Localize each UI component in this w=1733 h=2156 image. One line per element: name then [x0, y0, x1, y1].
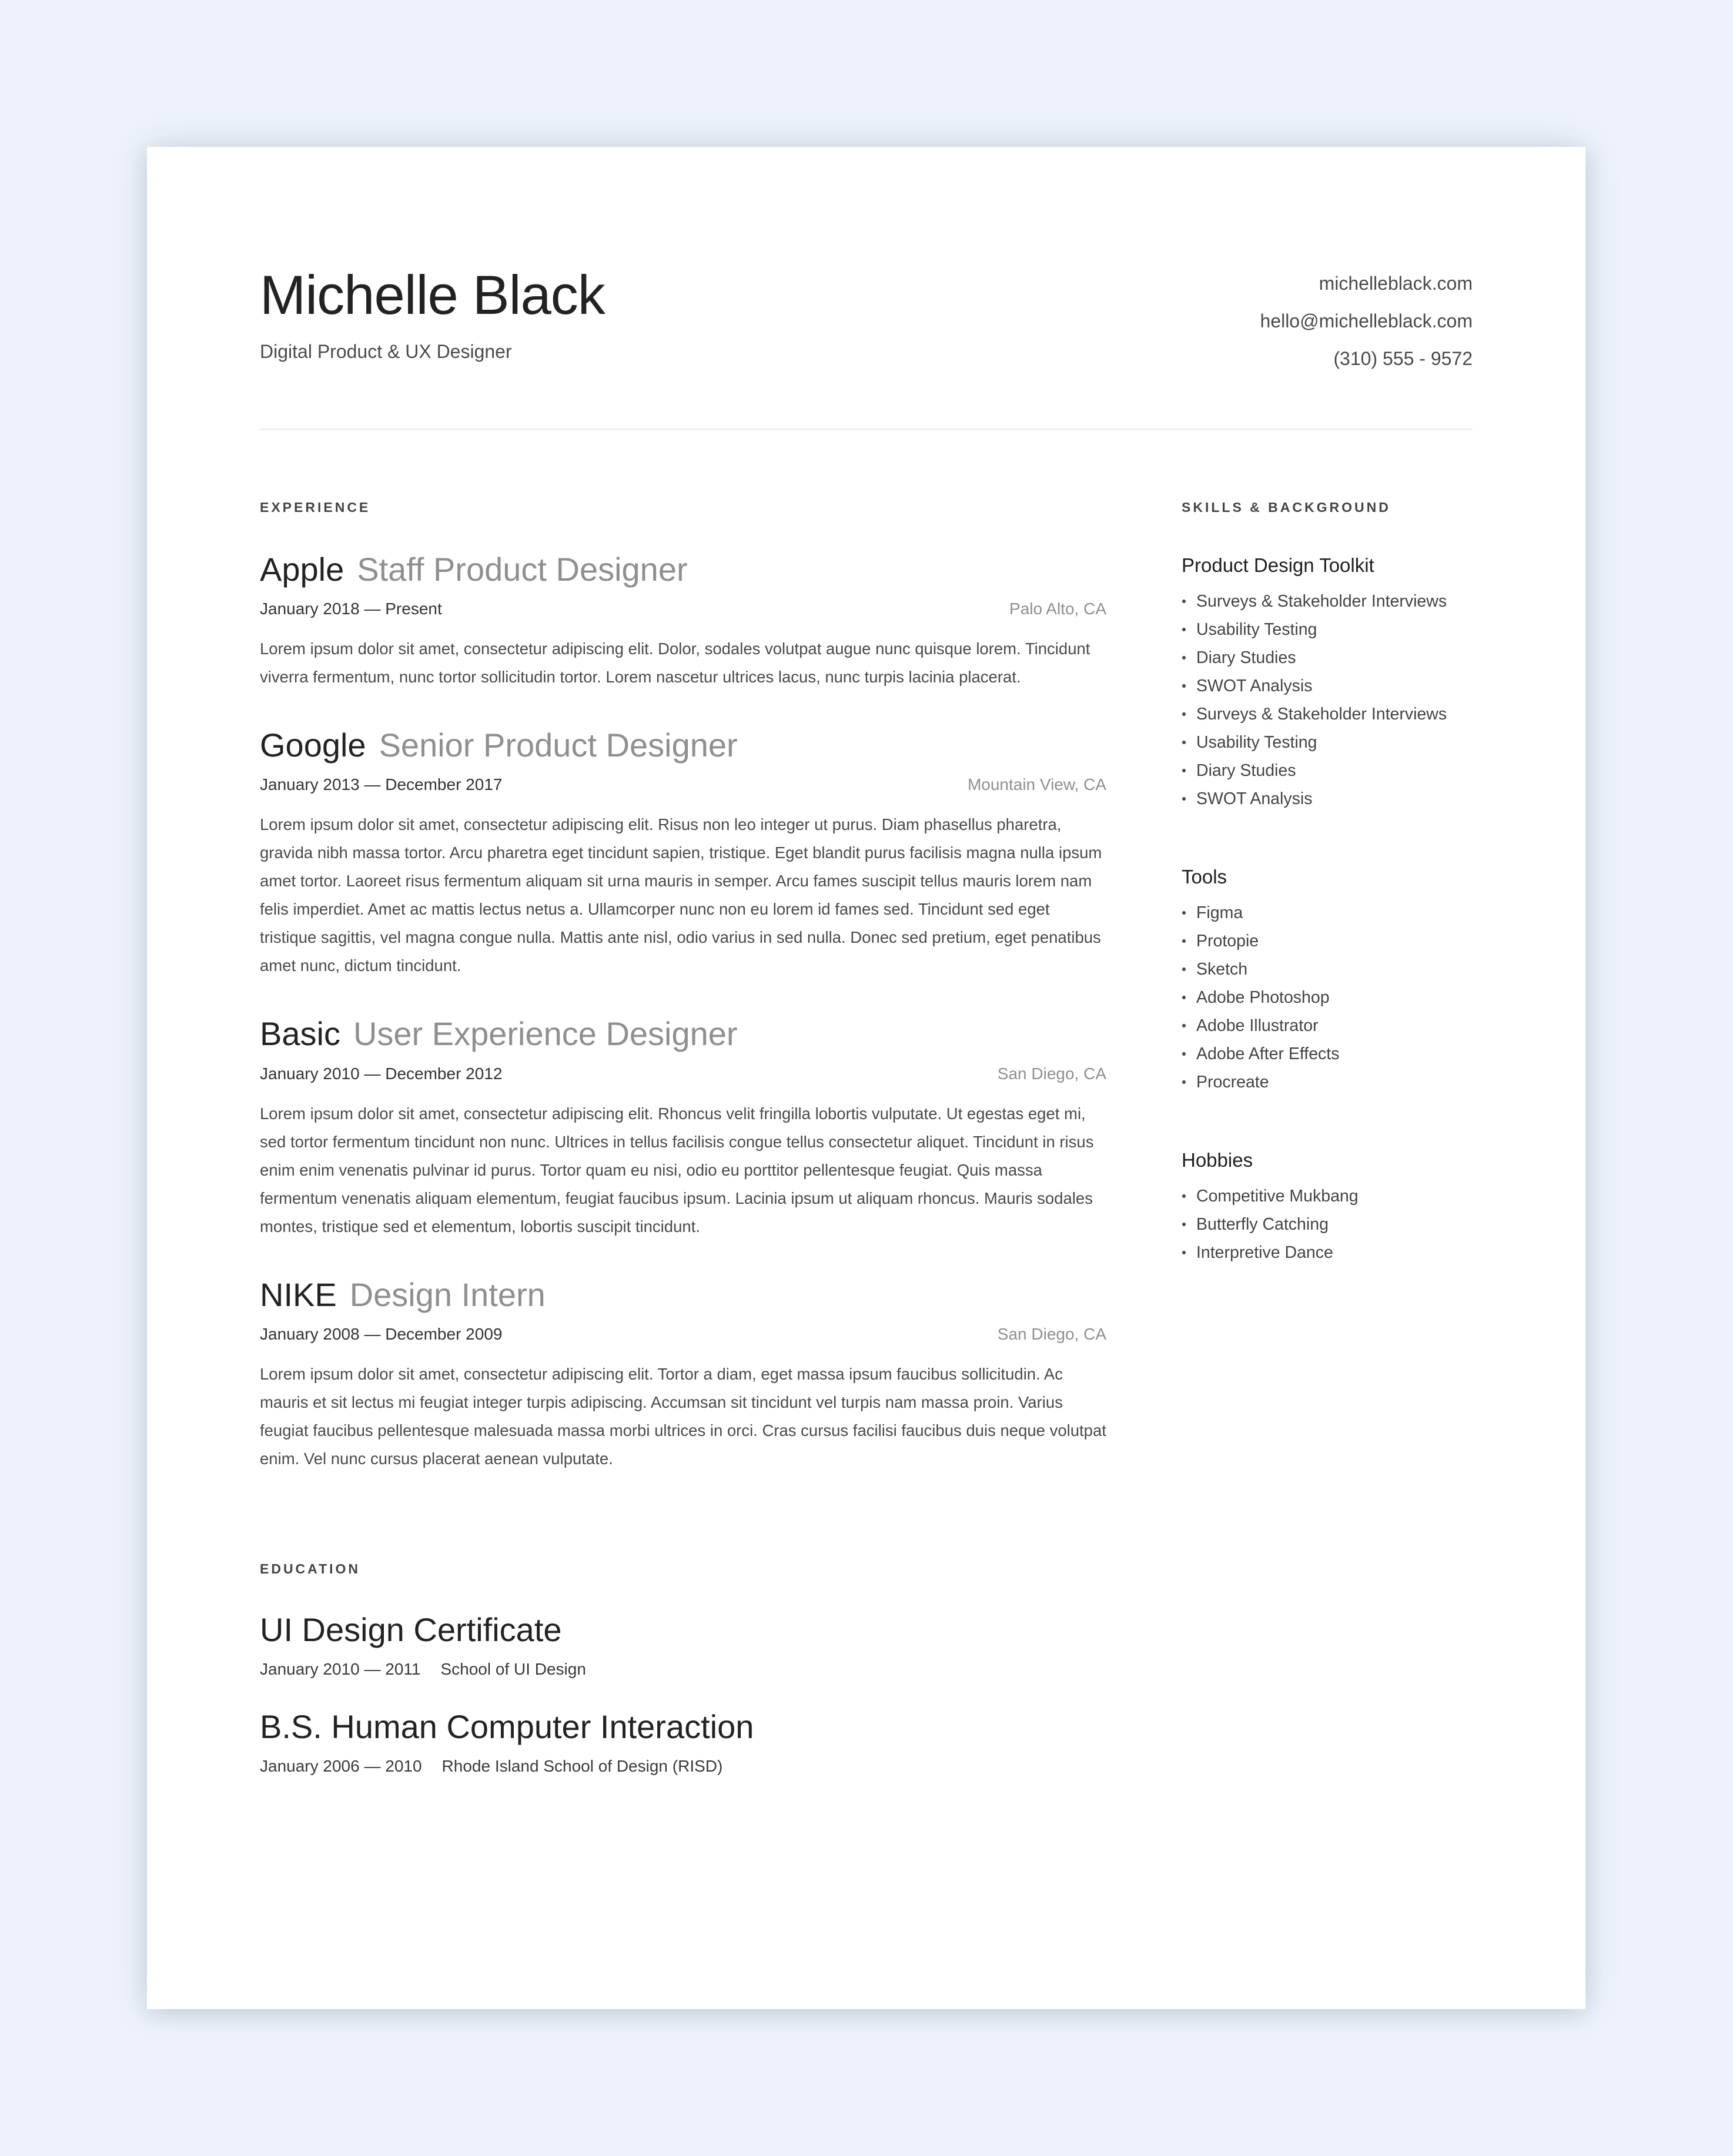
skill-item: Surveys & Stakeholder Interviews — [1182, 587, 1476, 615]
resume-content: Michelle Black Digital Product & UX Desi… — [260, 147, 1473, 2009]
experience-heading: Experience — [260, 500, 371, 515]
experience-section: Experience Apple Staff Product Designer J… — [260, 500, 1106, 1473]
degree-title: B.S. Human Computer Interaction — [260, 1708, 754, 1745]
skill-item: SWOT Analysis — [1182, 785, 1476, 813]
job-meta: January 2013 — December 2017 Mountain Vi… — [260, 775, 1106, 794]
skill-item: Diary Studies — [1182, 756, 1476, 785]
skill-group-heading: Tools — [1182, 866, 1227, 888]
skill-group-hobbies: Hobbies Competitive Mukbang Butterfly Ca… — [1182, 1149, 1476, 1267]
skill-group-toolkit: Product Design Toolkit Surveys & Stakeho… — [1182, 554, 1476, 813]
skills-heading: Skills & Background — [1182, 500, 1391, 515]
skill-group-tools: Tools Figma Protopie Sketch Adobe Photos… — [1182, 866, 1476, 1096]
skill-item: Protopie — [1182, 927, 1476, 955]
education-dates: January 2006 — 2010 — [260, 1757, 422, 1776]
skill-list: Figma Protopie Sketch Adobe Photoshop Ad… — [1182, 899, 1476, 1096]
job-role: Design Intern — [349, 1275, 546, 1313]
education-entry: B.S. Human Computer Interaction January … — [260, 1707, 1106, 1776]
main-column: Experience Apple Staff Product Designer J… — [260, 500, 1106, 1776]
resume-page: Michelle Black Digital Product & UX Desi… — [147, 147, 1585, 2009]
job-title: NIKE Design Intern — [260, 1275, 1106, 1314]
skill-item: Surveys & Stakeholder Interviews — [1182, 700, 1476, 728]
job-description: Lorem ipsum dolor sit amet, consectetur … — [260, 1104, 1094, 1236]
company-name: Google — [260, 727, 366, 764]
job-description: Lorem ipsum dolor sit amet, consectetur … — [260, 1364, 1106, 1468]
job-title: Google Senior Product Designer — [260, 725, 1106, 765]
skill-item: Adobe Photoshop — [1182, 983, 1476, 1012]
job-location: San Diego, CA — [997, 1324, 1106, 1343]
job-meta: January 2010 — December 2012 San Diego, … — [260, 1064, 1106, 1083]
candidate-name: Michelle Black — [260, 264, 605, 326]
job-role: Staff Product Designer — [357, 551, 688, 588]
job-location: Palo Alto, CA — [1009, 600, 1106, 618]
job-meta: January 2018 — Present Palo Alto, CA — [260, 600, 1106, 618]
job-role: User Experience Designer — [353, 1015, 738, 1053]
education-meta: January 2006 — 2010 Rhode Island School o… — [260, 1757, 1106, 1776]
job-location: San Diego, CA — [997, 1064, 1106, 1083]
candidate-title: Digital Product & UX Designer — [260, 341, 512, 362]
skill-item: Competitive Mukbang — [1182, 1182, 1476, 1210]
skill-group-heading: Hobbies — [1182, 1149, 1253, 1171]
company-name: NIKE — [260, 1275, 337, 1313]
job-entry: Apple Staff Product Designer January 2018… — [260, 550, 1106, 691]
skill-item: Butterfly Catching — [1182, 1210, 1476, 1238]
job-dates: January 2013 — December 2017 — [260, 775, 503, 794]
skill-item: Adobe Illustrator — [1182, 1012, 1476, 1040]
skill-list: Competitive Mukbang Butterfly Catching I… — [1182, 1182, 1476, 1267]
job-location: Mountain View, CA — [967, 775, 1106, 794]
school-name: Rhode Island School of Design (RISD) — [441, 1757, 723, 1776]
skill-item: Interpretive Dance — [1182, 1238, 1476, 1267]
job-entry: NIKE Design Intern January 2008 — Decembe… — [260, 1275, 1106, 1473]
header-divider — [260, 428, 1473, 430]
contact-info: michelleblack.com hello@michelleblack.co… — [1260, 265, 1473, 377]
skill-item: Diary Studies — [1182, 644, 1476, 672]
job-dates: January 2008 — December 2009 — [260, 1324, 503, 1343]
skill-item: Adobe After Effects — [1182, 1040, 1476, 1068]
job-dates: January 2018 — Present — [260, 600, 442, 618]
skill-item: Usability Testing — [1182, 728, 1476, 756]
phone-number[interactable]: (310) 555 - 9572 — [1260, 340, 1473, 377]
job-role: Senior Product Designer — [379, 727, 738, 764]
email-link[interactable]: hello@michelleblack.com — [1260, 302, 1473, 340]
job-description: Lorem ipsum dolor sit amet, consectetur … — [260, 815, 1102, 975]
job-dates: January 2010 — December 2012 — [260, 1064, 503, 1083]
education-dates: January 2010 — 2011 — [260, 1659, 421, 1678]
skill-list: Surveys & Stakeholder Interviews Usabili… — [1182, 587, 1476, 813]
company-name: Basic — [260, 1015, 340, 1053]
school-name: School of UI Design — [440, 1659, 586, 1678]
degree-title: UI Design Certificate — [260, 1611, 562, 1648]
education-entry: UI Design Certificate January 2010 — 201… — [260, 1610, 1106, 1679]
skill-group-heading: Product Design Toolkit — [1182, 554, 1374, 576]
skill-item: Procreate — [1182, 1068, 1476, 1096]
job-title: Apple Staff Product Designer — [260, 550, 1106, 589]
education-heading: Education — [260, 1561, 361, 1576]
company-name: Apple — [260, 551, 344, 588]
job-title: Basic User Experience Designer — [260, 1014, 1106, 1053]
skill-item: Sketch — [1182, 955, 1476, 983]
skills-column: Skills & Background Product Design Toolk… — [1182, 500, 1476, 1267]
website-link[interactable]: michelleblack.com — [1260, 265, 1473, 302]
job-meta: January 2008 — December 2009 San Diego, … — [260, 1325, 1106, 1344]
skill-item: Figma — [1182, 899, 1476, 927]
job-entry: Basic User Experience Designer January 20… — [260, 1014, 1106, 1240]
skill-item: Usability Testing — [1182, 615, 1476, 644]
education-section: Education UI Design Certificate January … — [260, 1561, 1106, 1776]
job-description: Lorem ipsum dolor sit amet, consectetur … — [260, 640, 1090, 687]
job-entry: Google Senior Product Designer January 20… — [260, 725, 1106, 980]
skill-item: SWOT Analysis — [1182, 672, 1476, 700]
education-meta: January 2010 — 2011 School of UI Design — [260, 1660, 1106, 1679]
